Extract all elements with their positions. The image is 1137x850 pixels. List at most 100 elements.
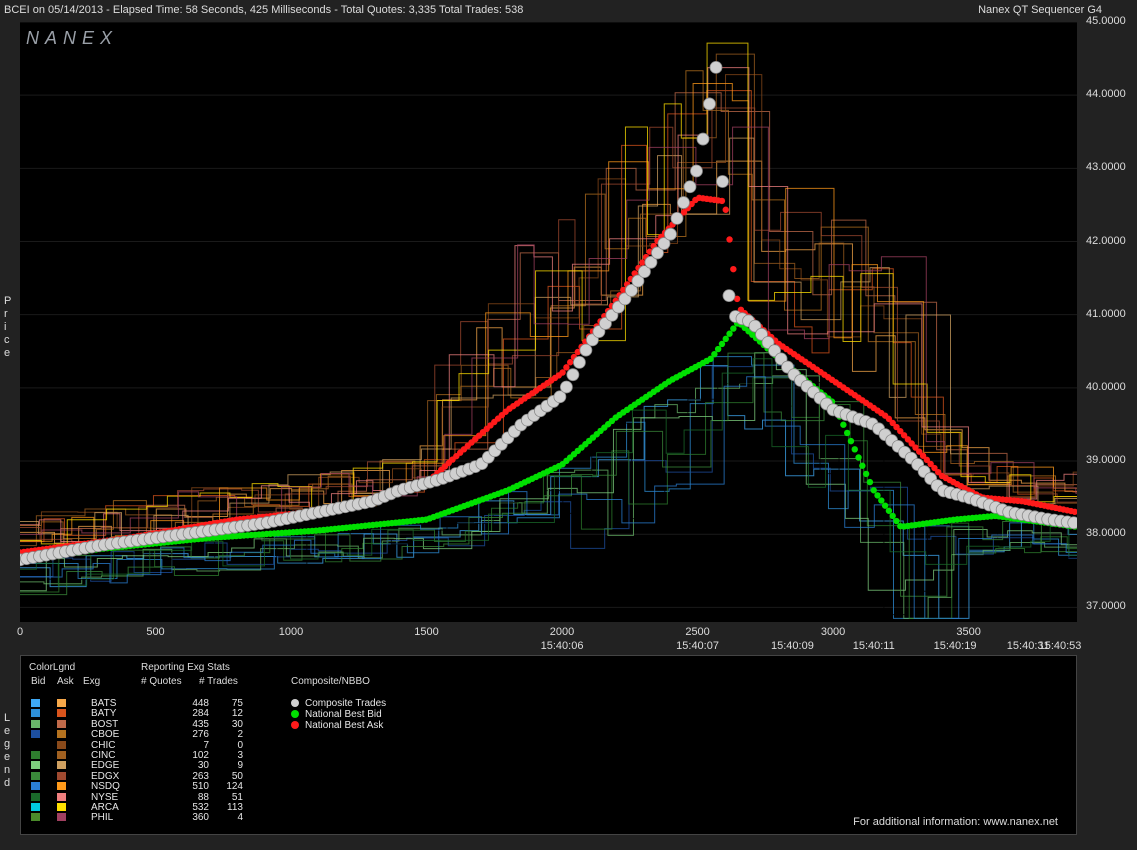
trade-count: 9 bbox=[237, 760, 243, 772]
nbb-bid-point bbox=[726, 330, 733, 337]
trades-header: # Trades bbox=[199, 676, 238, 687]
y-tick-label: 40.0000 bbox=[1086, 380, 1126, 393]
trade-point bbox=[690, 164, 703, 178]
price-chart[interactable] bbox=[20, 22, 1077, 622]
ask-header: Ask bbox=[57, 676, 74, 687]
exchange-name: ARCA bbox=[91, 802, 119, 813]
y-tick-label: 41.0000 bbox=[1086, 307, 1126, 320]
nbb-ask-point bbox=[718, 197, 726, 205]
trade-count: 124 bbox=[226, 781, 243, 793]
nbb-bid-point bbox=[870, 487, 877, 494]
trade-point bbox=[572, 355, 586, 369]
y-tick-label: 37.0000 bbox=[1086, 600, 1126, 613]
trade-count: 2 bbox=[237, 729, 243, 741]
composite-label: National Best Ask bbox=[305, 720, 384, 731]
color-legend-header: ColorLgnd bbox=[29, 662, 76, 673]
y-tick-label: 44.0000 bbox=[1086, 88, 1126, 101]
x-tick-label: 0 bbox=[16, 626, 24, 638]
x-time-label: 15:40:09 bbox=[771, 640, 814, 652]
nbb-bid-point bbox=[866, 478, 874, 486]
quote-count: 435 bbox=[192, 718, 209, 730]
nbb-ask-point bbox=[559, 369, 566, 376]
quote-count: 360 bbox=[192, 812, 209, 824]
nbb-bid-point bbox=[730, 325, 737, 332]
quote-count: 284 bbox=[192, 708, 209, 720]
exchange-name: NSDQ bbox=[91, 781, 120, 793]
nbb-bid-point bbox=[847, 437, 855, 445]
trade-point bbox=[716, 175, 729, 188]
ask-swatch bbox=[57, 803, 66, 811]
bid-swatch bbox=[31, 761, 40, 770]
ask-swatch bbox=[57, 730, 66, 739]
exchange-name: NYSE bbox=[91, 791, 119, 803]
trade-count: 3 bbox=[237, 750, 243, 761]
exchange-name: CINC bbox=[91, 750, 116, 761]
quotes-header: # Quotes bbox=[141, 676, 182, 687]
quote-count: 30 bbox=[197, 760, 209, 772]
nbb-bid-point bbox=[859, 462, 866, 469]
x-tick-label: 3500 bbox=[956, 626, 981, 638]
exchange-name: EDGE bbox=[91, 760, 120, 772]
composite-legend-item: National Best Bid bbox=[291, 709, 382, 720]
bid-header: Bid bbox=[31, 676, 46, 687]
exchange-name: BATY bbox=[91, 708, 117, 720]
trade-point bbox=[566, 368, 580, 382]
plot-area[interactable] bbox=[20, 22, 1077, 622]
x-time-label: 15:40:06 bbox=[540, 640, 584, 652]
nbb-bid-point bbox=[881, 502, 889, 509]
y-axis-label: P r i c e bbox=[4, 295, 12, 359]
composite-dot bbox=[291, 699, 299, 707]
nbb-bid-point bbox=[878, 497, 885, 504]
trade-point bbox=[664, 227, 677, 241]
x-time-label: 15:40:19 bbox=[933, 640, 977, 652]
chart-header: BCEI on 05/14/2013 - Elapsed Time: 58 Se… bbox=[4, 4, 524, 16]
y-tick-label: 45.0000 bbox=[1086, 15, 1126, 27]
trade-count: 113 bbox=[227, 802, 243, 813]
exg-header: Exg bbox=[83, 676, 101, 687]
trade-count: 0 bbox=[237, 739, 243, 751]
nbb-bid-point bbox=[885, 507, 893, 514]
quote-count: 263 bbox=[192, 770, 209, 782]
x-time-label: 15:40:53 bbox=[1038, 640, 1082, 652]
y-tick-label: 38.0000 bbox=[1086, 527, 1126, 540]
exchange-name: EDGX bbox=[91, 770, 120, 782]
composite-legend-item: National Best Ask bbox=[291, 720, 383, 731]
bid-swatch bbox=[31, 709, 40, 718]
footer-info: For additional information: www.nanex.ne… bbox=[853, 816, 1058, 828]
trade-count: 4 bbox=[237, 812, 243, 824]
trade-count: 50 bbox=[231, 770, 243, 782]
trade-point bbox=[670, 211, 684, 225]
y-tick-label: 39.0000 bbox=[1086, 454, 1126, 467]
composite-legend-item: Composite Trades bbox=[291, 698, 386, 709]
quote-count: 102 bbox=[192, 750, 209, 761]
ask-swatch bbox=[57, 782, 66, 791]
x-tick-label: 1500 bbox=[414, 626, 439, 638]
ask-swatch bbox=[57, 813, 66, 822]
ask-swatch bbox=[57, 792, 66, 801]
trade-point bbox=[579, 343, 593, 357]
nbb-bid-point bbox=[862, 470, 870, 478]
nbb-bid-point bbox=[714, 345, 722, 353]
nbb-bid-point bbox=[893, 517, 900, 525]
composite-label: Composite Trades bbox=[305, 698, 387, 709]
trade-point bbox=[722, 289, 736, 303]
x-time-label: 15:40:07 bbox=[676, 640, 719, 652]
x-time-label: 15:40:11 bbox=[852, 640, 895, 652]
quote-count: 7 bbox=[203, 739, 209, 751]
ask-swatch bbox=[57, 740, 66, 749]
nanex-watermark: NANEX bbox=[26, 28, 119, 48]
trade-point bbox=[559, 380, 573, 394]
bid-swatch bbox=[31, 730, 40, 739]
nbb-ask-point bbox=[726, 236, 733, 243]
x-axis: 0 500 1000 1500 2000 2500 3000 3500 15:40:06 15:4… bbox=[0, 624, 1137, 654]
quote-count: 276 bbox=[192, 729, 209, 741]
trade-count: 30 bbox=[231, 718, 243, 730]
trade-point bbox=[677, 196, 690, 209]
trade-count: 12 bbox=[231, 708, 243, 720]
bid-swatch bbox=[31, 803, 40, 811]
nbb-bid-point bbox=[711, 350, 718, 358]
trade-point bbox=[1067, 516, 1077, 530]
trade-point bbox=[683, 180, 697, 194]
bid-swatch bbox=[31, 751, 40, 759]
nbb-bid-point bbox=[722, 335, 729, 343]
